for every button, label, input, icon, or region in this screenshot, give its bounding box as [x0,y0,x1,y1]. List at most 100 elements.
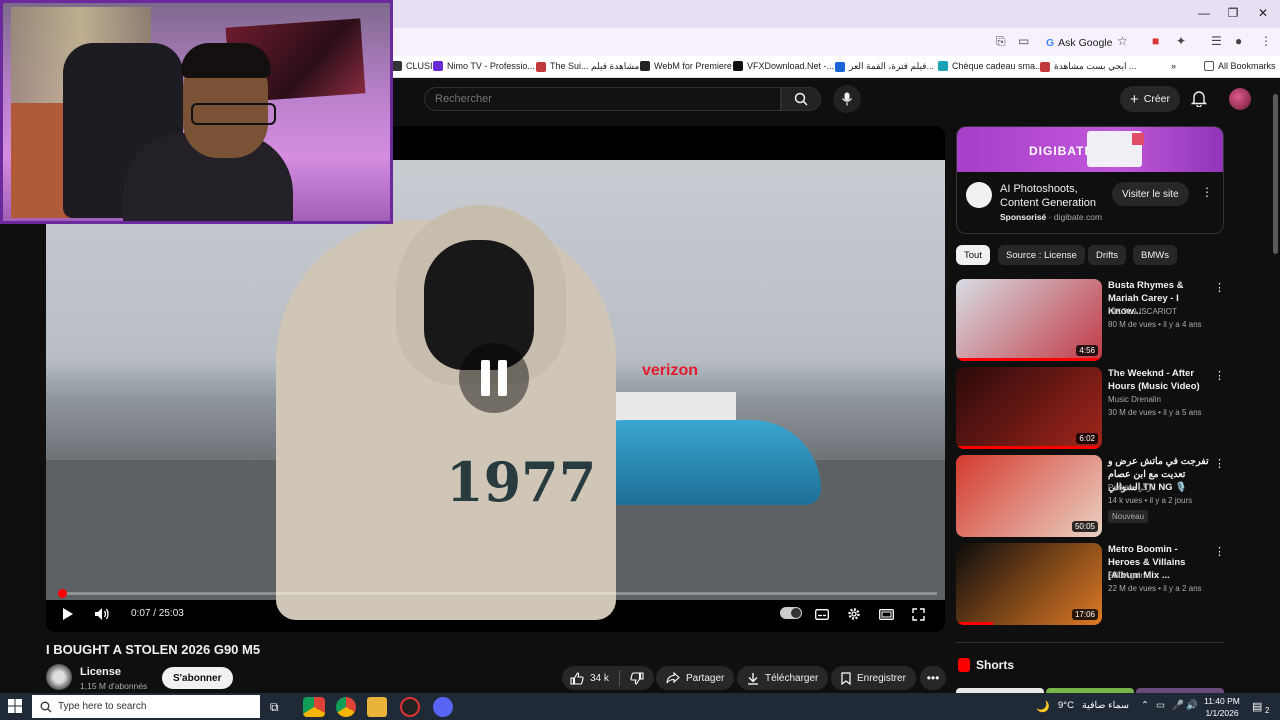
speaker-icon[interactable]: 🔊 [1186,700,1198,711]
minimize-icon[interactable]: — [1193,6,1215,20]
like-count: 34 k [590,672,609,684]
bookmark-item[interactable]: WebM for Premiere [640,61,732,71]
bookmark-favicon-icon [835,61,845,72]
reading-list-icon[interactable]: ☰ [1211,34,1222,48]
search-button[interactable] [781,87,821,111]
notifications-bell-icon[interactable] [1191,89,1207,107]
chrome-app-icon[interactable] [303,697,325,717]
download-button[interactable]: Télécharger [737,666,829,690]
recommended-video[interactable]: 4:56 Busta Rhymes & Mariah Carey - I Know… [956,279,1225,361]
bookmark-item[interactable]: Chèque cadeau sma... [938,61,1043,71]
plus-icon: + [1130,90,1139,108]
channel-avatar[interactable] [46,664,72,690]
network-icon[interactable]: ▭ [1156,700,1165,711]
fullscreen-button[interactable] [908,604,928,624]
pause-icon-left [481,360,490,396]
bookmark-item[interactable]: فيلم فترة، القمة العر... [835,61,934,72]
video-thumbnail[interactable]: 4:56 [956,279,1102,361]
recommended-video[interactable]: 17:06 Metro Boomin - Heroes & Villains [A… [956,543,1225,625]
recommended-video-title[interactable]: The Weeknd - After Hours (Music Video) [1108,367,1210,393]
sponsored-ad[interactable]: DIGIBATE AI Photoshoots, Content Generat… [956,126,1224,234]
ad-more-icon[interactable]: ⋮ [1201,185,1213,199]
task-view-icon[interactable]: ⧉ [270,700,279,715]
more-vertical-icon[interactable]: ⋮ [1214,457,1225,470]
subscribe-button[interactable]: S'abonner [162,667,233,689]
menu-kebab-icon[interactable]: ⋮ [1260,34,1272,48]
restore-icon[interactable]: ❐ [1222,6,1244,20]
close-icon[interactable]: ✕ [1252,6,1274,20]
recommended-video-channel[interactable]: SBDAgain [1108,571,1145,580]
search-input[interactable] [425,88,780,110]
pause-overlay-button[interactable] [459,343,529,413]
recommended-video-channel[interactable]: NIKOLA ISCARIOT [1108,307,1177,316]
like-button[interactable]: 34 k [570,671,609,685]
voice-search-button[interactable] [833,85,861,113]
dislike-button[interactable] [630,671,644,685]
bookmark-item[interactable]: Nimo TV - Professio... [433,61,535,71]
ad-banner[interactable]: DIGIBATE [957,127,1223,172]
chrome-app-icon[interactable] [336,697,356,717]
bookmark-star-icon[interactable]: ☆ [1117,34,1128,48]
bookmark-icon [841,671,851,685]
discord-app-icon[interactable] [433,697,453,717]
page-scrollbar[interactable] [1271,80,1280,693]
filter-chip[interactable]: BMWs [1133,245,1177,265]
save-button[interactable]: Enregistrer [831,666,916,690]
weather-temp[interactable]: 9°C [1058,700,1074,711]
ad-title[interactable]: AI Photoshoots, Content Generation [1000,182,1110,210]
all-bookmarks[interactable]: All Bookmarks [1204,61,1276,71]
visit-site-button[interactable]: Visiter le site [1112,182,1189,206]
volume-button[interactable] [92,604,112,624]
taskbar-time: 11:40 PM [1204,696,1240,706]
translate-icon[interactable]: ⎘ [996,34,1006,49]
extensions-puzzle-icon[interactable]: ✦ [1176,34,1186,48]
filter-chip[interactable]: Source : License [998,245,1085,265]
progress-scrubber[interactable] [58,589,67,598]
chevron-right-icon[interactable]: » [1171,61,1176,71]
cast-icon[interactable]: ▭ [1018,34,1029,48]
channel-name[interactable]: License [80,666,121,678]
notification-center-icon[interactable]: ▤ [1252,700,1262,713]
fullscreen-icon [911,607,925,621]
extension-icon[interactable]: ■ [1152,34,1159,48]
file-explorer-icon[interactable] [367,697,387,717]
recommended-video-channel[interactable]: Music Drenalin [1108,395,1161,404]
chevron-up-icon[interactable]: ⌃ [1141,700,1149,711]
more-vertical-icon[interactable]: ⋮ [1214,281,1225,294]
subtitles-button[interactable] [812,604,832,624]
bookmark-item[interactable]: VFXDownload.Net -... [733,61,834,71]
bookmark-item[interactable]: ايجي بست مشاهدة ... [1040,61,1136,72]
account-avatar[interactable] [1229,88,1251,110]
ask-google-button[interactable]: G Ask Google [1042,34,1118,52]
recording-app-icon[interactable] [400,697,420,717]
play-button[interactable] [58,604,78,624]
search-box[interactable] [424,87,781,111]
video-thumbnail[interactable]: 50:05 [956,455,1102,537]
more-actions-button[interactable]: ••• [920,666,946,690]
video-thumbnail[interactable]: 6:02 [956,367,1102,449]
filter-chip[interactable]: Tout [956,245,990,265]
create-button[interactable]: + Créer [1120,86,1181,112]
progress-bar[interactable] [58,589,937,598]
video-thumbnail[interactable]: 17:06 [956,543,1102,625]
subscriber-count: 1,15 M d'abonnés [80,681,148,691]
bookmark-item[interactable]: The Sui... مشاهدة فيلم [536,61,639,72]
microphone-icon[interactable]: 🎤 [1172,700,1184,711]
profile-icon[interactable]: ● [1235,34,1242,48]
recommended-video-meta: 80 M de vues • il y a 4 ans [1108,320,1202,329]
settings-button[interactable] [844,604,864,624]
recommended-video[interactable]: 6:02 The Weeknd - After Hours (Music Vide… [956,367,1225,449]
recommended-video[interactable]: 50:05 تفرجت في ماتش عرض و تعديت مع ابن عص… [956,455,1225,537]
filter-chip[interactable]: Drifts [1088,245,1127,265]
recommended-video-channel[interactable]: Parker • باركر [1108,483,1156,492]
taskbar-clock[interactable]: 11:40 PM 1/1/2026 [1200,695,1244,719]
windows-start-icon[interactable] [8,699,22,713]
more-vertical-icon[interactable]: ⋮ [1214,545,1225,558]
more-vertical-icon[interactable]: ⋮ [1214,369,1225,382]
autoplay-toggle[interactable] [780,607,802,619]
bookmark-label: ايجي بست مشاهدة ... [1054,61,1137,71]
taskbar-search[interactable]: Type here to search [32,695,260,718]
share-button[interactable]: Partager [656,666,735,690]
scrollbar-thumb[interactable] [1273,94,1278,254]
theater-mode-button[interactable] [876,604,896,624]
